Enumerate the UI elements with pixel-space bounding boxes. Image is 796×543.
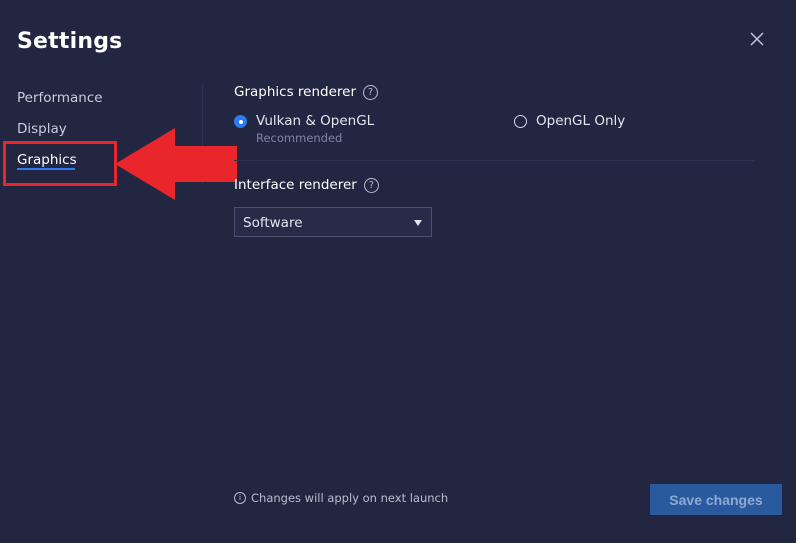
section-divider xyxy=(234,160,754,161)
graphics-renderer-heading: Graphics renderer ? xyxy=(234,84,379,100)
radio-opengl-only[interactable]: OpenGL Only xyxy=(514,113,625,129)
interface-renderer-heading: Interface renderer ? xyxy=(234,177,379,193)
page-title: Settings xyxy=(17,29,123,54)
save-changes-button[interactable]: Save changes xyxy=(650,484,782,515)
info-icon: i xyxy=(234,492,246,504)
close-button[interactable] xyxy=(747,29,767,49)
radio-vulkan-opengl[interactable]: Vulkan & OpenGL Recommended xyxy=(234,113,374,145)
chevron-down-icon xyxy=(414,220,422,226)
dropdown-selected-value: Software xyxy=(243,215,303,231)
annotation-arrow-icon xyxy=(115,128,237,204)
radio-vulkan-opengl-sublabel: Recommended xyxy=(256,131,343,145)
close-icon xyxy=(750,32,764,46)
settings-window: Settings Performance Display Graphics Gr… xyxy=(0,0,796,543)
question-circle-icon[interactable]: ? xyxy=(363,84,379,100)
footer-note: i Changes will apply on next launch xyxy=(234,491,448,505)
radio-opengl-only-label: OpenGL Only xyxy=(536,113,626,129)
interface-renderer-dropdown[interactable]: Software xyxy=(234,207,432,237)
footer-note-text: Changes will apply on next launch xyxy=(251,491,449,505)
radio-selected-indicator xyxy=(234,115,247,128)
interface-renderer-label: Interface renderer xyxy=(234,177,357,193)
question-circle-icon[interactable]: ? xyxy=(363,177,379,193)
radio-vulkan-opengl-label: Vulkan & OpenGL xyxy=(256,113,375,129)
sidebar-item-display[interactable]: Display xyxy=(17,121,67,137)
annotation-highlight-box xyxy=(3,141,117,186)
graphics-renderer-label: Graphics renderer xyxy=(234,84,357,100)
radio-unselected-indicator xyxy=(514,115,527,128)
sidebar-item-performance[interactable]: Performance xyxy=(17,90,103,106)
